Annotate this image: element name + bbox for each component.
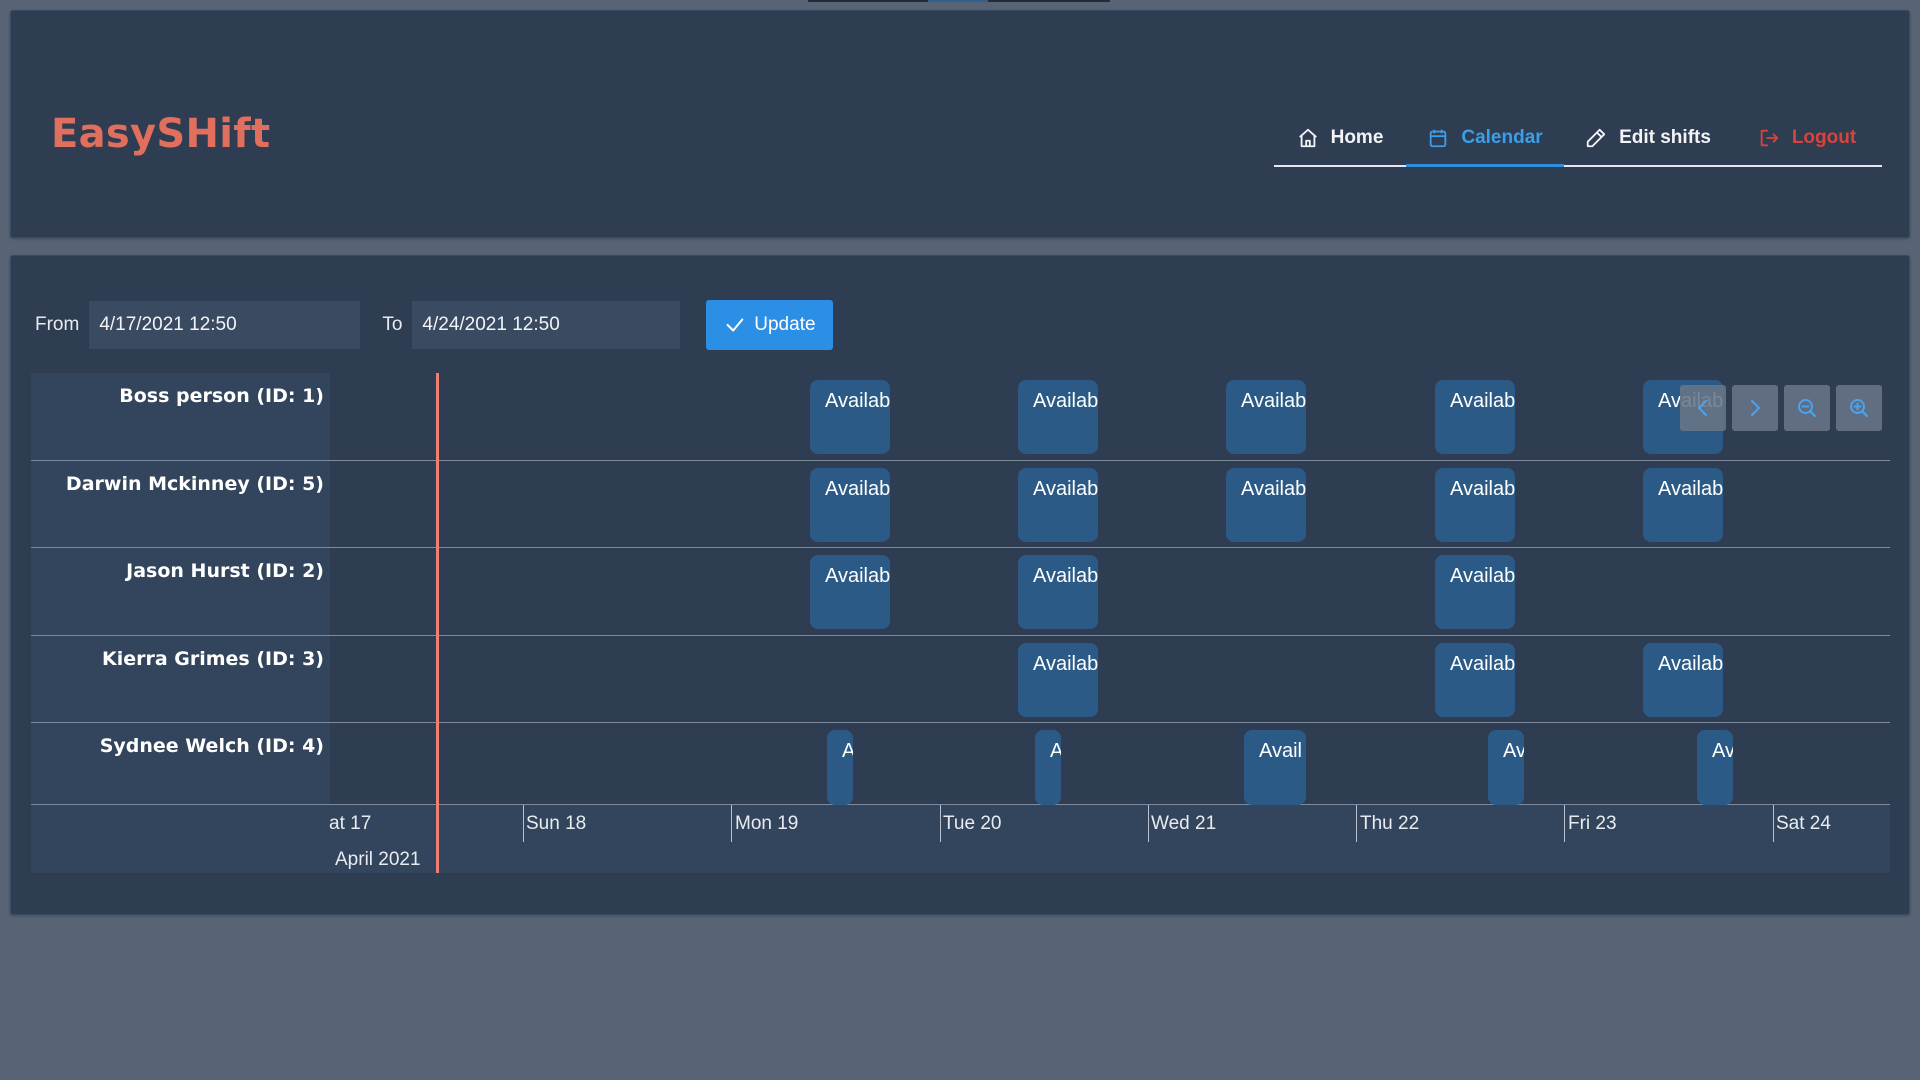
axis-tick xyxy=(1356,805,1357,842)
logout-icon xyxy=(1760,129,1778,147)
date-range-form: From To Update xyxy=(35,300,834,350)
brand-logo[interactable]: EasySHift xyxy=(51,111,270,157)
header-bar: EasySHift Home Calendar Edit shifts Logo… xyxy=(10,10,1910,238)
axis-day-label: Thu 22 xyxy=(1360,813,1420,834)
axis-day-label: Tue 20 xyxy=(943,813,1002,834)
axis-day-label: Fri 23 xyxy=(1568,813,1617,834)
nav-item-edit-shifts[interactable]: Edit shifts xyxy=(1564,111,1732,165)
check-icon xyxy=(726,318,744,332)
top-stub-right xyxy=(988,0,1110,2)
timeline-row: Kierra Grimes (ID: 3) Availab Availab Av… xyxy=(31,636,1890,723)
calendar-panel: From To Update Boss person (ID: 1) Avail… xyxy=(10,255,1910,915)
shift-item[interactable]: Availab xyxy=(1643,468,1723,542)
to-date-input[interactable] xyxy=(412,301,681,349)
zoom-out-icon xyxy=(1798,399,1816,417)
shift-item[interactable]: Availab xyxy=(810,380,890,454)
axis-tick xyxy=(731,805,732,842)
row-label: Kierra Grimes (ID: 3) xyxy=(31,636,330,722)
zoom-out-button[interactable] xyxy=(1784,385,1830,431)
shift-item[interactable]: Av xyxy=(1697,730,1733,805)
shift-item[interactable]: Availab xyxy=(1226,380,1306,454)
axis-month-label: April 2021 xyxy=(335,849,421,870)
to-label: To xyxy=(382,314,403,335)
shift-item[interactable]: Availab xyxy=(1226,468,1306,542)
move-right-button[interactable] xyxy=(1732,385,1778,431)
shift-item[interactable]: A xyxy=(1035,730,1061,805)
axis-tick xyxy=(1773,805,1774,842)
axis-tick xyxy=(1148,805,1149,842)
update-label: Update xyxy=(754,314,816,335)
nav-item-logout[interactable]: Logout xyxy=(1732,111,1882,165)
from-date-input[interactable] xyxy=(89,301,361,349)
nav-item-calendar[interactable]: Calendar xyxy=(1406,111,1564,167)
shift-item[interactable]: Availab xyxy=(1018,380,1098,454)
axis-tick xyxy=(1564,805,1565,842)
top-stub-left xyxy=(808,0,928,2)
shift-item[interactable]: Availab xyxy=(1643,643,1723,717)
move-left-button[interactable] xyxy=(1680,385,1726,431)
timeline-row: Sydnee Welch (ID: 4) A A Avail Av Av xyxy=(31,723,1890,805)
nav-label-home: Home xyxy=(1330,127,1384,148)
shift-item[interactable]: Av xyxy=(1488,730,1524,805)
shift-item[interactable]: Availab xyxy=(1435,643,1515,717)
row-label: Sydnee Welch (ID: 4) xyxy=(31,723,330,804)
home-icon xyxy=(1298,128,1317,148)
main-nav: Home Calendar Edit shifts Logout xyxy=(1274,111,1882,167)
shift-item[interactable]: A xyxy=(827,730,853,805)
current-time-marker xyxy=(436,373,439,873)
axis-day-label: at 17 xyxy=(329,813,372,834)
zoom-in-icon xyxy=(1850,399,1868,417)
chevron-right-icon xyxy=(1751,400,1761,416)
shift-item[interactable]: Availab xyxy=(1435,555,1515,629)
top-stub-mid xyxy=(928,0,988,2)
pencil-icon xyxy=(1586,128,1606,148)
nav-item-home[interactable]: Home xyxy=(1274,111,1406,165)
axis-day-label: Sun 18 xyxy=(526,813,587,834)
calendar-icon xyxy=(1430,129,1447,148)
shift-item[interactable]: Availab xyxy=(1435,468,1515,542)
timeline-row: Darwin Mckinney (ID: 5) Availab Availab … xyxy=(31,461,1890,548)
chevron-left-icon xyxy=(1697,400,1707,416)
timeline: Boss person (ID: 1) Availab Availab Avai… xyxy=(31,373,1890,873)
row-label: Boss person (ID: 1) xyxy=(31,373,330,460)
from-label: From xyxy=(35,314,80,335)
row-label: Darwin Mckinney (ID: 5) xyxy=(31,461,330,547)
axis-day-label: Mon 19 xyxy=(735,813,799,834)
zoom-in-button[interactable] xyxy=(1836,385,1882,431)
nav-label-calendar: Calendar xyxy=(1461,127,1543,148)
timeline-row: Boss person (ID: 1) Availab Availab Avai… xyxy=(31,373,1890,461)
axis-tick xyxy=(940,805,941,842)
shift-item[interactable]: Availab xyxy=(1018,555,1098,629)
row-label: Jason Hurst (ID: 2) xyxy=(31,548,330,635)
axis-day-label: Sat 24 xyxy=(1776,813,1831,834)
shift-item[interactable]: Availab xyxy=(1018,643,1098,717)
shift-item[interactable]: Availab xyxy=(810,468,890,542)
axis-tick xyxy=(523,805,524,842)
update-button[interactable]: Update xyxy=(706,300,834,350)
shift-item[interactable]: Availab xyxy=(810,555,890,629)
time-axis: at 17 Sun 18 Mon 19 Tue 20 Wed 21 Thu 22… xyxy=(31,805,1890,873)
shift-item[interactable]: Availab xyxy=(1435,380,1515,454)
axis-day-label: Wed 21 xyxy=(1151,813,1217,834)
shift-item[interactable]: Avail xyxy=(1244,730,1306,805)
shift-item[interactable]: Availab xyxy=(1018,468,1098,542)
nav-label-edit-shifts: Edit shifts xyxy=(1619,127,1711,148)
timeline-row: Jason Hurst (ID: 2) Availab Availab Avai… xyxy=(31,548,1890,636)
nav-label-logout: Logout xyxy=(1791,127,1857,148)
